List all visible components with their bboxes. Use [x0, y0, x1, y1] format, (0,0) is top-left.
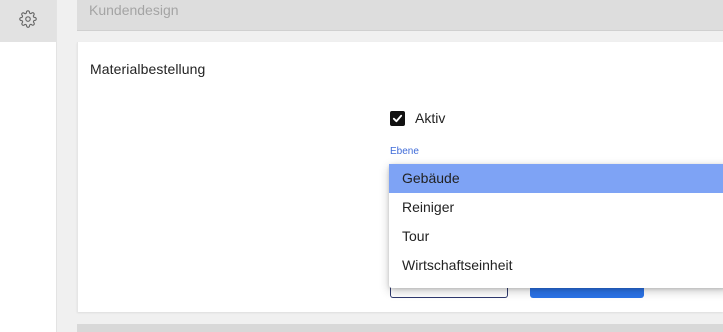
active-checkbox[interactable] [390, 110, 405, 126]
app-window: Kundendesign Materialbestellung Aktiv Eb… [0, 0, 723, 332]
left-sidebar [0, 0, 57, 332]
option-tour[interactable]: Tour [389, 222, 723, 251]
gear-icon [19, 9, 37, 33]
level-field-label: Ebene [390, 146, 419, 157]
checkmark-icon [392, 114, 403, 122]
option-wirtschaftseinheit[interactable]: Wirtschaftseinheit [389, 251, 723, 280]
level-dropdown-menu: Gebäude Reiniger Tour Wirtschaftseinheit [389, 164, 723, 288]
section-title: Kundendesign [89, 2, 179, 18]
active-checkbox-label: Aktiv [415, 110, 446, 126]
next-section-header[interactable] [77, 324, 723, 332]
option-gebaeude[interactable]: Gebäude [389, 164, 723, 193]
section-kundendesign[interactable]: Kundendesign [77, 0, 723, 31]
active-checkbox-row[interactable]: Aktiv [390, 110, 445, 126]
card-title: Materialbestellung [90, 61, 206, 77]
option-reiniger[interactable]: Reiniger [389, 193, 723, 222]
sidebar-item-settings[interactable] [0, 0, 56, 42]
